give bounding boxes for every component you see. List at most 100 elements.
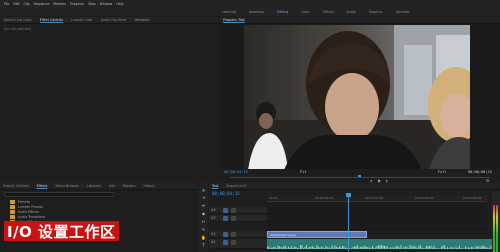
tab-history[interactable]: History [143, 184, 154, 188]
track-header-v3[interactable]: V3 [209, 207, 267, 214]
workspace-editing[interactable]: Editing [277, 10, 288, 14]
program-monitor-controls: 00;00;04;15 Fit Full 00;00;08;24 ◂ ▶ ▸ ⚙ [220, 169, 500, 183]
track-lane[interactable] [267, 223, 487, 230]
menu-window[interactable]: Window [100, 2, 113, 6]
menu-view[interactable]: View [88, 2, 96, 6]
menu-edit[interactable]: Edit [13, 2, 19, 6]
menu-graphics[interactable]: Graphics [70, 2, 84, 6]
audio-clip[interactable] [267, 239, 492, 249]
pen-tool-icon[interactable]: ✎ [201, 227, 206, 232]
source-panel: Source: (no clips) Effect Controls Lumet… [1, 17, 218, 183]
track-toggle-icon[interactable] [223, 240, 228, 245]
track-lane-v3[interactable] [267, 207, 487, 214]
ruler-label: 00;00;04;00 [365, 196, 384, 200]
project-panel: Project: Untitled Effects Media Browser … [0, 183, 198, 252]
workspace-libraries[interactable]: Libraries [396, 10, 410, 14]
timeline-playhead-handle[interactable] [346, 193, 351, 197]
ruler-label: 00;00;02;00 [315, 196, 334, 200]
workspace-graphics[interactable]: Graphics [369, 10, 383, 14]
razor-tool-icon[interactable]: ◆ [201, 211, 206, 216]
folder-icon [10, 205, 15, 209]
ruler-label: 00;00 [269, 196, 278, 200]
program-scrub-bar[interactable] [230, 177, 490, 178]
video-frame-image [244, 25, 470, 170]
timeline-vertical-scrollbar[interactable] [492, 191, 500, 252]
program-video-frame[interactable] [244, 25, 470, 170]
eye-icon[interactable] [231, 208, 236, 213]
caption-overlay: I/O 设置工作区 [4, 221, 119, 241]
workspace-bar: Learning Assembly Editing Color Effects … [0, 8, 500, 16]
audio-meter-right [496, 205, 498, 252]
track-select-tool-icon[interactable]: ⇥ [201, 195, 206, 200]
effects-folder-audio-effects[interactable]: Audio Effects [10, 210, 39, 214]
selection-tool-icon[interactable]: ▲ [201, 187, 206, 192]
tab-lumetri-color[interactable]: Lumetri Color [71, 18, 93, 22]
timeline-ruler[interactable]: 00;00 00;00;02;00 00;00;04;00 00;00;06;0… [267, 195, 487, 202]
timeline-timecode[interactable]: 00;00;04;15 [212, 191, 240, 196]
menu-file[interactable]: File [4, 2, 9, 6]
menu-markers[interactable]: Markers [53, 2, 66, 6]
tab-audio-clip-mixer[interactable]: Audio Clip Mixer [101, 18, 127, 22]
track-toggle-icon[interactable] [223, 216, 228, 221]
menu-clip[interactable]: Clip [24, 2, 30, 6]
tab-timeline-test[interactable]: Test [212, 184, 218, 188]
workspace-assembly[interactable]: Assembly [249, 10, 264, 14]
tab-markers[interactable]: Markers [123, 184, 136, 188]
video-clip[interactable]: Adjustment Layer [267, 231, 367, 238]
tab-source[interactable]: Source: (no clips) [4, 18, 32, 22]
workspace-color[interactable]: Color [301, 10, 309, 14]
timeline-playhead[interactable] [348, 193, 349, 251]
source-panel-tabs: Source: (no clips) Effect Controls Lumet… [1, 17, 218, 24]
track-lane-v2[interactable] [267, 215, 487, 222]
tab-effect-controls[interactable]: Effect Controls [40, 18, 63, 22]
timeline-tabs: Test Sequence 01 [209, 183, 500, 190]
menu-bar: File Edit Clip Sequence Markers Graphics… [0, 0, 500, 8]
effects-folder-presets[interactable]: Presets [10, 200, 30, 204]
track-header-a1[interactable]: A1 [209, 239, 267, 249]
eye-icon[interactable] [231, 232, 236, 237]
project-panel-tabs: Project: Untitled Effects Media Browser … [0, 183, 198, 190]
program-monitor-tabs: Program: Test [220, 17, 500, 24]
ruler-label: 00;00;06;00 [415, 196, 434, 200]
tab-media-browser[interactable]: Media Browser [55, 184, 79, 188]
workspace-learning[interactable]: Learning [222, 10, 236, 14]
tab-metadata[interactable]: Metadata [135, 18, 150, 22]
tools-panel: ▲ ⇥ ⇹ ◆ ↔ ✎ ✋ T [199, 183, 208, 252]
program-monitor: Program: Test 00;00;04;15 Fit Full 00;00… [220, 17, 500, 183]
audio-waveform [267, 245, 492, 249]
effects-folder-audio-transitions[interactable]: Audio Transitions [10, 215, 45, 219]
menu-help[interactable]: Help [116, 2, 123, 6]
tab-effects[interactable]: Effects [37, 184, 48, 188]
folder-icon [10, 200, 15, 204]
program-quality-select[interactable]: Full [438, 170, 447, 174]
ruler-label: 00;00;08;00 [463, 196, 482, 200]
mute-icon[interactable] [231, 240, 236, 245]
program-timecode-current[interactable]: 00;00;04;15 [224, 170, 248, 174]
audio-meter-left [493, 205, 495, 252]
folder-icon [10, 210, 15, 214]
no-clip-message: (no clip selected) [4, 27, 32, 31]
menu-sequence[interactable]: Sequence [34, 2, 50, 6]
ripple-edit-tool-icon[interactable]: ⇹ [201, 203, 206, 208]
tab-project[interactable]: Project: Untitled [3, 184, 29, 188]
workspace-audio[interactable]: Audio [347, 10, 356, 14]
tab-libraries[interactable]: Libraries [87, 184, 101, 188]
track-toggle-icon[interactable] [223, 208, 228, 213]
effects-search-input[interactable] [4, 192, 114, 197]
folder-icon [10, 215, 15, 219]
tab-timeline-sequence[interactable]: Sequence 01 [226, 184, 247, 188]
eye-icon[interactable] [231, 216, 236, 221]
program-timecode-duration: 00;00;08;24 [468, 170, 492, 174]
track-header-v2[interactable]: V2 [209, 215, 267, 222]
tab-info[interactable]: Info [109, 184, 115, 188]
slip-tool-icon[interactable]: ↔ [201, 219, 206, 224]
effects-folder-lumetri-presets[interactable]: Lumetri Presets [10, 205, 43, 209]
workspace-effects[interactable]: Effects [323, 10, 334, 14]
timeline-panel: Test Sequence 01 00;00;04;15 00;00 00;00… [209, 183, 500, 252]
program-fit-select[interactable]: Fit [300, 170, 307, 174]
track-header-v1[interactable]: V1 [209, 231, 267, 238]
type-tool-icon[interactable]: T [201, 243, 206, 248]
hand-tool-icon[interactable]: ✋ [201, 235, 206, 240]
track-toggle-icon[interactable] [223, 232, 228, 237]
tab-program[interactable]: Program: Test [223, 18, 245, 22]
